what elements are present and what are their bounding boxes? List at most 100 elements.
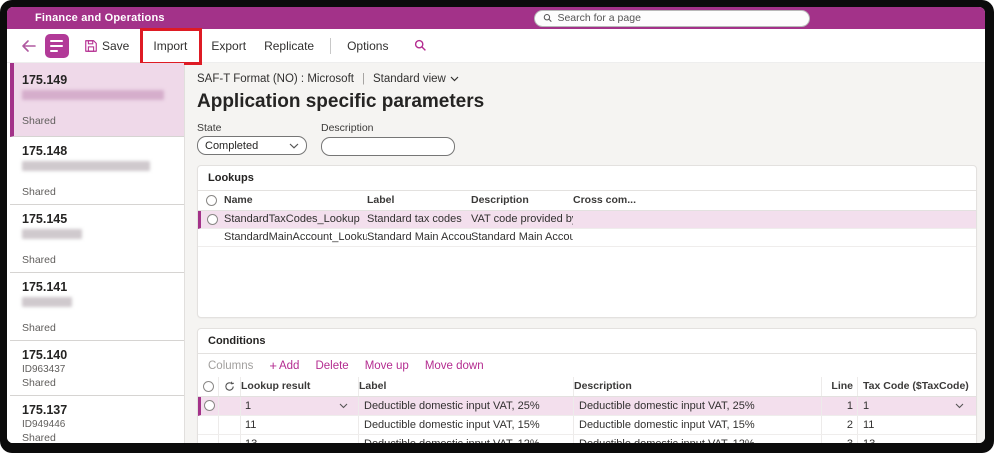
redacted-text [22,229,82,239]
tax-code-value: 13 [863,438,875,444]
select-all-radio[interactable] [206,195,217,206]
conditions-col-label[interactable]: Label [359,377,574,396]
conditions-table-row[interactable]: 1 Deductible domestic input VAT, 25% Ded… [198,397,976,416]
lookups-col-crosscompany[interactable]: Cross com... [573,191,976,210]
condition-label: Deductible domestic input VAT, 12% [359,435,574,444]
lookups-col-name[interactable]: Name [224,191,367,210]
add-button[interactable]: + Add [269,360,299,372]
conditions-actions-toolbar: Columns + Add Delete Move up Move down [198,354,976,377]
options-label: Options [347,39,388,53]
view-selector[interactable]: Standard view [373,73,459,85]
move-down-button[interactable]: Move down [425,360,484,372]
lookups-table-header: Name Label Description Cross com... [198,191,976,211]
lookup-label: Standard tax codes [367,211,471,228]
conditions-table-row[interactable]: 11 Deductible domestic input VAT, 15% De… [198,416,976,435]
version-id [22,308,174,321]
version-list-item[interactable]: 175.140 ID963437 Shared [10,341,184,396]
select-all-radio[interactable] [203,381,214,392]
version-list-item[interactable]: 175.145 Shared [10,205,184,273]
chevron-down-icon [450,76,459,82]
state-select[interactable]: Completed [197,136,307,155]
lookup-label: Standard Main Account [367,229,471,246]
version-number: 175.140 [22,347,174,363]
tax-code-cell[interactable]: 13 [858,435,976,444]
shared-label: Shared [22,376,174,390]
toolbar-divider [330,38,331,54]
redacted-text [22,90,164,100]
versions-sidebar: 175.149 Shared 175.148 Shared 175.145 [7,63,185,443]
lookups-table-row[interactable]: StandardMainAccount_Lookup Standard Main… [198,229,976,247]
version-number: 175.148 [22,143,174,159]
condition-label: Deductible domestic input VAT, 25% [359,397,574,415]
lookup-crosscompany [573,211,976,228]
version-id: ID949446 [22,418,174,431]
version-id [22,101,174,114]
version-number: 175.137 [22,402,174,418]
version-list-item[interactable]: 175.137 ID949446 Shared [10,396,184,443]
move-up-button[interactable]: Move up [365,360,409,372]
conditions-col-taxcode[interactable]: Tax Code ($TaxCode) [858,377,976,396]
version-list-item[interactable]: 175.149 Shared [10,63,184,137]
lookups-table-row[interactable]: StandardTaxCodes_Lookup Standard tax cod… [198,211,976,229]
lookups-table-body: StandardTaxCodes_Lookup Standard tax cod… [198,211,976,247]
app-window: Finance and Operations Save Import [7,7,985,443]
shared-label: Shared [22,321,174,335]
delete-button[interactable]: Delete [315,360,348,372]
search-icon [414,39,427,52]
conditions-table: Lookup result Label Description Line Tax… [198,377,976,444]
chevron-down-icon[interactable] [339,403,348,409]
save-label: Save [102,39,129,53]
page-search-box[interactable] [534,10,810,27]
version-list-item[interactable]: 175.148 Shared [10,137,184,205]
columns-button[interactable]: Columns [208,360,253,372]
lookups-section-title: Lookups [198,166,976,191]
conditions-table-row[interactable]: 13 Deductible domestic input VAT, 12% De… [198,435,976,444]
condition-line: 3 [822,435,858,444]
lookup-description: Standard Main Account [471,229,573,246]
conditions-col-lookup-result[interactable]: Lookup result [241,377,359,396]
conditions-table-header: Lookup result Label Description Line Tax… [198,377,976,397]
search-icon [543,13,552,23]
conditions-col-description[interactable]: Description [574,377,822,396]
parameter-fields: State Completed Description [197,122,977,156]
tax-code-cell[interactable]: 1 [858,397,976,415]
lookup-result-cell[interactable]: 1 [241,397,359,415]
version-number: 175.145 [22,211,174,227]
lookups-col-description[interactable]: Description [471,191,573,210]
lookup-result-cell[interactable]: 11 [241,416,359,434]
description-input[interactable] [321,137,455,156]
toolbar-search-button[interactable] [406,34,435,57]
export-button[interactable]: Export [203,34,254,58]
description-label: Description [321,122,455,134]
version-id: ID963437 [22,363,174,376]
shared-label: Shared [22,431,174,443]
conditions-col-line[interactable]: Line [822,377,858,396]
row-refresh-cell [219,416,241,434]
lookups-table: Name Label Description Cross com... Stan… [198,191,976,247]
row-refresh-cell [219,397,241,415]
lookup-result-value: 11 [245,419,256,431]
conditions-section-title: Conditions [198,329,976,354]
back-button[interactable] [17,35,41,57]
row-radio[interactable] [204,400,215,411]
page-search-input[interactable] [557,12,801,24]
top-navigation-bar: Finance and Operations [7,7,985,29]
options-button[interactable]: Options [339,34,396,58]
lookup-description: VAT code provided by the... [471,211,573,228]
import-label: Import [153,39,187,53]
conditions-section: Conditions Columns + Add Delete Move up … [197,328,977,444]
breadcrumb-separator: | [362,73,365,85]
import-button[interactable]: Import [145,34,195,58]
replicate-button[interactable]: Replicate [256,34,322,58]
lookup-result-cell[interactable]: 13 [241,435,359,444]
version-id [22,172,174,185]
save-button[interactable]: Save [76,34,137,58]
lookup-crosscompany [573,229,976,246]
chevron-down-icon[interactable] [955,403,964,409]
list-menu-toggle-button[interactable] [45,34,69,58]
row-radio[interactable] [207,214,218,225]
lookups-col-label[interactable]: Label [367,191,471,210]
version-list-item[interactable]: 175.141 Shared [10,273,184,341]
tax-code-cell[interactable]: 11 [858,416,976,434]
redacted-text [22,297,72,307]
